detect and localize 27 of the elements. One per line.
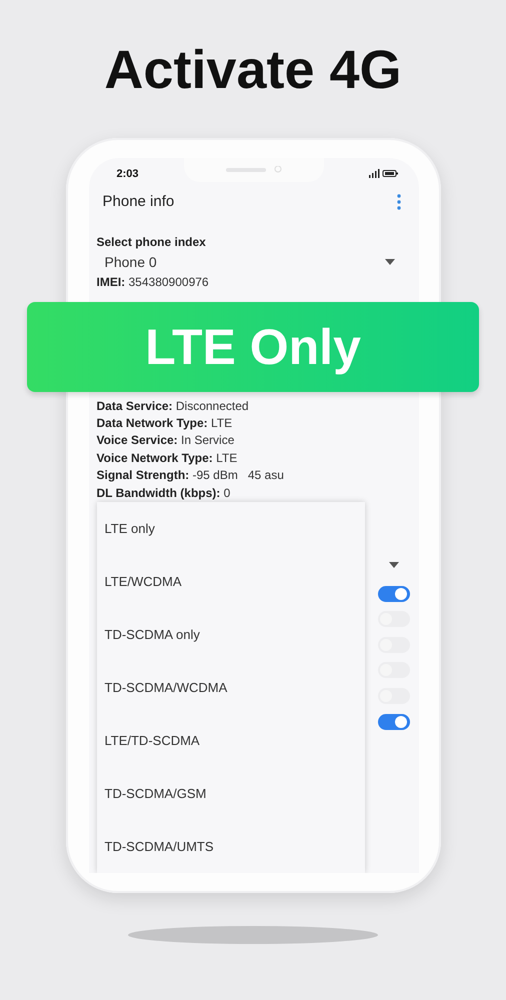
info-line: DL Bandwidth (kbps): 0	[96, 484, 232, 502]
signal-battery-icon	[368, 169, 398, 178]
menu-option[interactable]: LTE/TD-SCDMA	[96, 714, 364, 767]
status-time: 2:03	[116, 168, 139, 180]
menu-option[interactable]: LTE only	[96, 502, 364, 555]
dropdown-caret-icon	[388, 562, 398, 568]
info-line: Voice Network Type: LTE	[96, 450, 238, 467]
dropdown-caret-icon	[384, 259, 394, 266]
menu-option[interactable]: TD-SCDMA/GSM	[96, 767, 364, 820]
menu-option[interactable]: TD-SCDMA/WCDMA	[96, 661, 364, 714]
speaker-camera-icon	[224, 166, 284, 174]
field-label: Select phone index	[96, 234, 207, 250]
phone-index-dropdown[interactable]: Phone 0	[96, 250, 418, 274]
headline: Activate 4G	[104, 39, 402, 102]
menu-option[interactable]: TD-SCDMA only	[96, 608, 364, 661]
info-line: Voice Service: In Service	[96, 432, 236, 450]
menu-option[interactable]: LTE/WCDMA	[96, 555, 364, 608]
more-menu-icon[interactable]	[396, 194, 400, 210]
info-line: Data Network Type: LTE	[96, 415, 234, 432]
info-line: IMEI: 354380900976	[96, 274, 210, 292]
menu-option[interactable]: TD-SCDMA/UMTS	[96, 820, 364, 873]
app-title: Phone info	[102, 193, 174, 210]
toggle-switch[interactable]	[378, 586, 410, 602]
info-line: Data Service: Disconnected	[96, 398, 250, 415]
toggle-switch[interactable]	[378, 714, 410, 730]
info-line: Signal Strength: -95 dBm 45 asu	[96, 467, 285, 484]
lte-only-banner: LTE Only	[27, 302, 479, 392]
